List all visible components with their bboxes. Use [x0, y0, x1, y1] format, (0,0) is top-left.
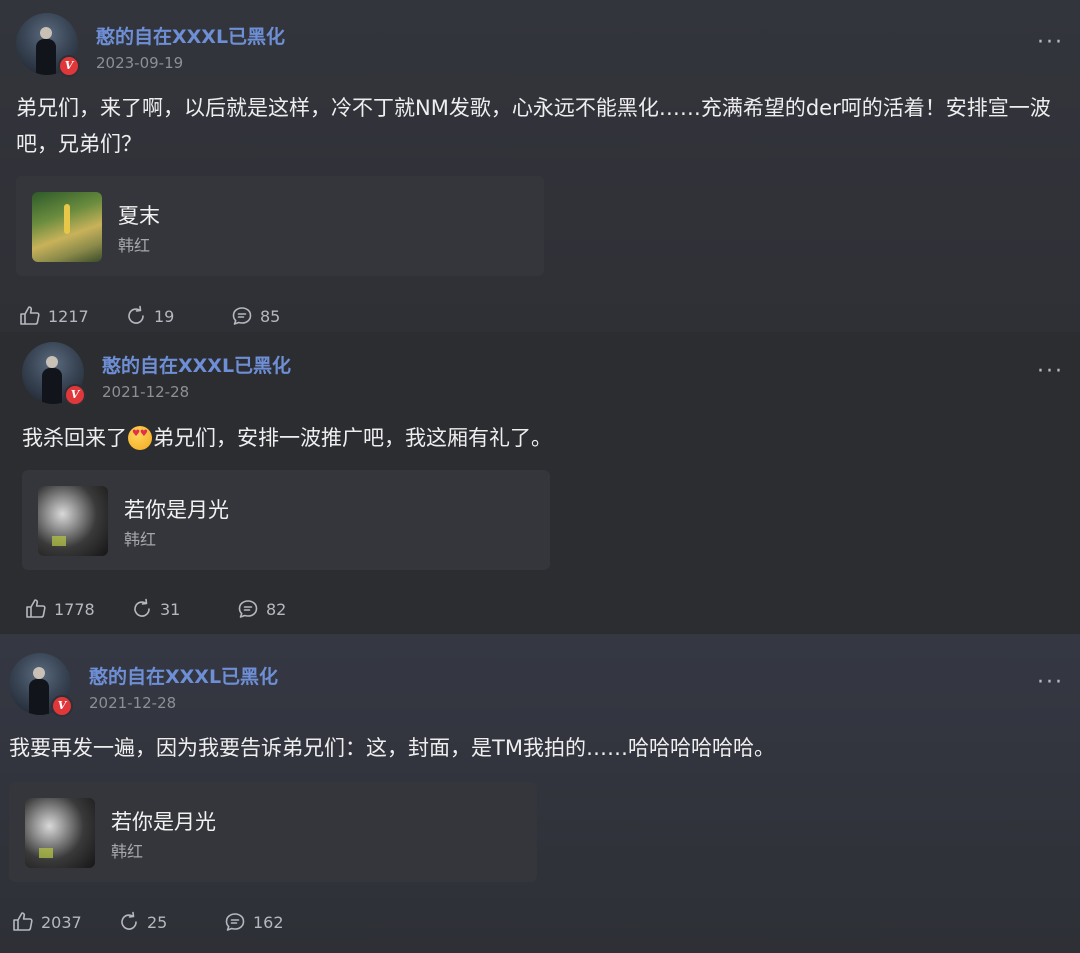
- repost-count: 31: [160, 599, 181, 619]
- like-button[interactable]: 2037: [11, 910, 82, 934]
- avatar[interactable]: V: [9, 653, 73, 717]
- repost-icon: [134, 598, 150, 617]
- username[interactable]: 憨的自在XXXL已黑化: [102, 351, 291, 378]
- song-artist: 韩红: [111, 842, 144, 861]
- post-text: 我杀回来了: [22, 426, 127, 450]
- repost-icon: [121, 911, 137, 930]
- more-dots-icon[interactable]: ···: [1037, 359, 1064, 384]
- repost-button[interactable]: 31: [130, 597, 180, 621]
- thumbs-up-icon: [20, 306, 40, 325]
- heart-eyes-emoji: [128, 426, 152, 450]
- comment-icon: [238, 600, 258, 618]
- repost-count: 25: [147, 912, 168, 932]
- post-content: 弟兄们，来了啊，以后就是这样，冷不丁就NM发歌，心永远不能黑化……充满希望的de…: [16, 90, 1062, 162]
- post-card: V 憨的自在XXXL已黑化 2021-12-28 ··· 我杀回来了 弟兄们，安排…: [0, 332, 1080, 634]
- comment-count: 82: [266, 599, 287, 619]
- repost-button[interactable]: 25: [117, 910, 167, 934]
- post-card: V 憨的自在XXXL已黑化 2021-12-28 ··· 我要再发一遍，因为我要…: [0, 634, 1080, 953]
- avatar[interactable]: V: [16, 13, 80, 77]
- post-text: 我要再发一遍，因为我要告诉弟兄们：这，封面，是TM我拍的……哈哈哈哈哈哈。: [9, 736, 775, 760]
- music-card[interactable]: 若你是月光 韩红: [9, 782, 537, 882]
- repost-count: 19: [154, 306, 175, 326]
- album-cover: [38, 486, 108, 556]
- comment-button[interactable]: 85: [230, 304, 280, 328]
- post-content: 我杀回来了 弟兄们，安排一波推广吧，我这厢有礼了。: [22, 420, 1062, 456]
- avatar[interactable]: V: [22, 342, 86, 406]
- song-title: 若你是月光: [111, 810, 216, 834]
- like-count: 2037: [41, 912, 82, 932]
- album-cover: [25, 798, 95, 868]
- post-text: 弟兄们，来了啊，以后就是这样，冷不丁就NM发歌，心永远不能黑化……充满希望的de…: [16, 96, 1051, 156]
- username[interactable]: 憨的自在XXXL已黑化: [96, 22, 285, 49]
- verified-badge-icon: V: [58, 55, 80, 77]
- comment-count: 162: [253, 912, 284, 932]
- comment-count: 85: [260, 306, 281, 326]
- more-dots-icon[interactable]: ···: [1037, 30, 1064, 55]
- like-button[interactable]: 1217: [18, 304, 89, 328]
- thumbs-up-icon: [26, 599, 46, 618]
- song-artist: 韩红: [118, 236, 151, 255]
- song-title: 夏末: [118, 204, 160, 228]
- post-date: 2023-09-19: [96, 54, 184, 72]
- username[interactable]: 憨的自在XXXL已黑化: [89, 662, 278, 689]
- repost-button[interactable]: 19: [124, 304, 174, 328]
- comment-button[interactable]: 82: [236, 597, 286, 621]
- more-dots-icon[interactable]: ···: [1037, 670, 1064, 695]
- like-count: 1217: [48, 306, 89, 326]
- repost-icon: [128, 305, 144, 324]
- comment-icon: [225, 913, 245, 931]
- post-text-continued: 弟兄们，安排一波推广吧，我这厢有礼了。: [153, 426, 552, 450]
- song-title: 若你是月光: [124, 498, 229, 522]
- comment-button[interactable]: 162: [223, 910, 284, 934]
- music-card[interactable]: 若你是月光 韩红: [22, 470, 550, 570]
- like-count: 1778: [54, 599, 95, 619]
- post-content: 我要再发一遍，因为我要告诉弟兄们：这，封面，是TM我拍的……哈哈哈哈哈哈。: [9, 730, 1059, 766]
- verified-badge-icon: V: [64, 384, 86, 406]
- verified-badge-icon: V: [51, 695, 73, 717]
- album-cover: [32, 192, 102, 262]
- post-date: 2021-12-28: [102, 383, 190, 401]
- post-card: V 憨的自在XXXL已黑化 2023-09-19 ··· 弟兄们，来了啊，以后就…: [0, 0, 1080, 332]
- song-artist: 韩红: [124, 530, 157, 549]
- post-date: 2021-12-28: [89, 694, 177, 712]
- music-card[interactable]: 夏末 韩红: [16, 176, 544, 276]
- thumbs-up-icon: [13, 912, 33, 931]
- comment-icon: [232, 307, 252, 325]
- like-button[interactable]: 1778: [24, 597, 95, 621]
